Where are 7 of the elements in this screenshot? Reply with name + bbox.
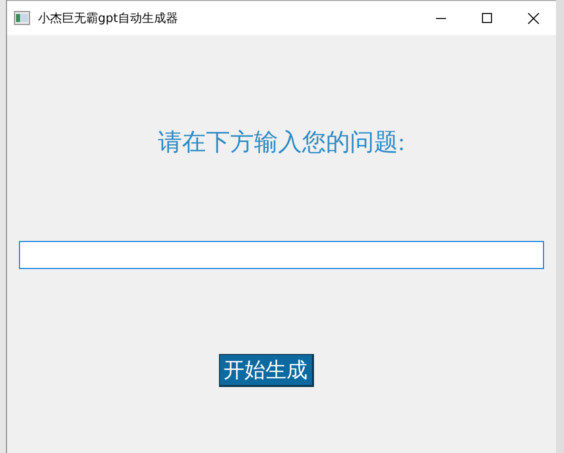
window-title: 小杰巨无霸gpt自动生成器: [38, 10, 178, 26]
close-icon: [528, 12, 538, 24]
prompt-label: 请在下方输入您的问题:: [158, 128, 405, 158]
maximize-icon: [482, 13, 492, 23]
app-icon: [14, 11, 30, 25]
question-field[interactable]: [19, 241, 544, 269]
generate-button[interactable]: 开始生成: [218, 354, 314, 387]
